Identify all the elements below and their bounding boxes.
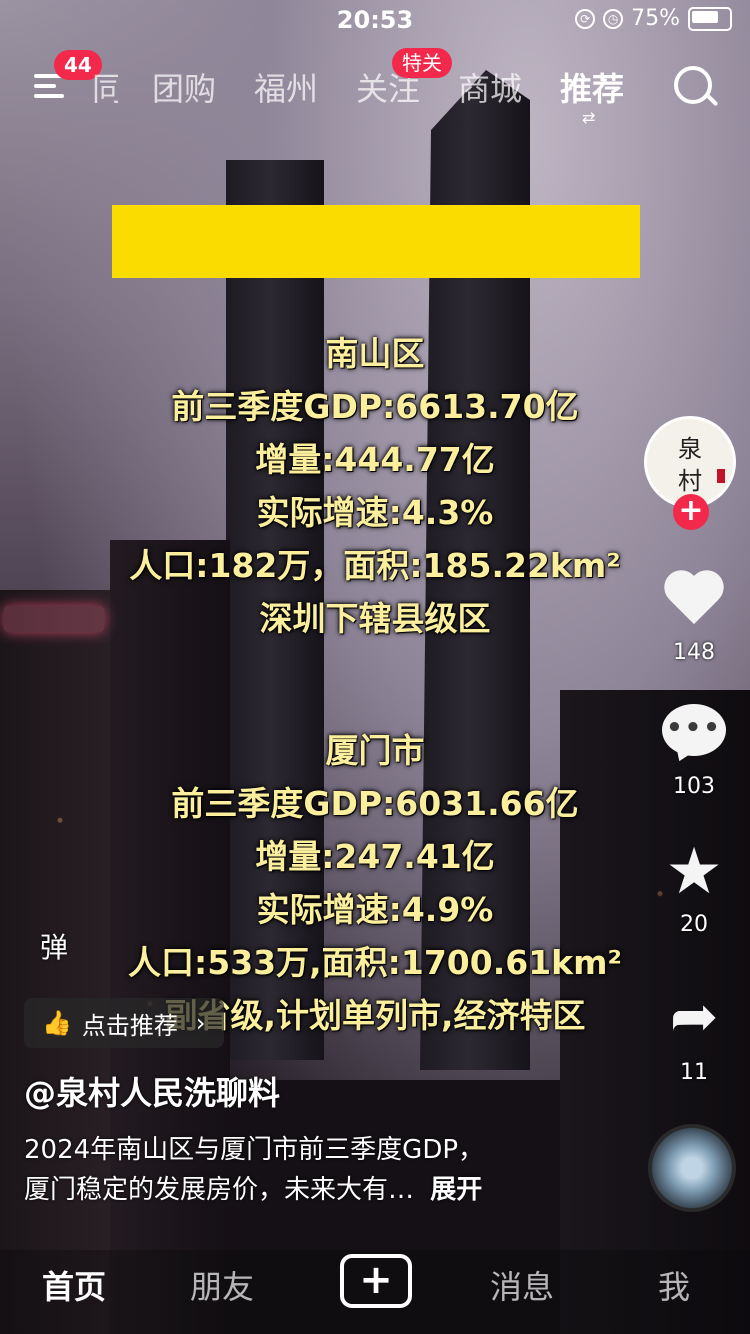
star-icon: ★: [665, 835, 723, 909]
battery-percent: 75%: [631, 6, 680, 31]
tab-fuzhou[interactable]: 福州: [254, 64, 318, 110]
description-line: 厦门稳定的发展房价，未来大有… 展开: [24, 1170, 484, 1210]
share-arrow-icon: ➦: [669, 982, 719, 1050]
recommend-label: 点击推荐: [81, 1011, 178, 1040]
special-follow-badge: 特关: [392, 48, 452, 78]
tab-recommend[interactable]: 推荐: [560, 64, 624, 110]
caption-line: 厦门市: [325, 731, 425, 770]
music-disc-icon[interactable]: [648, 1124, 736, 1212]
chevron-right-icon: ›: [195, 1009, 206, 1037]
follow-plus-button[interactable]: +: [673, 494, 709, 530]
caption-line: 实际增速:4.9%: [256, 890, 494, 929]
recommend-button[interactable]: 👍 点击推荐 ›: [24, 998, 224, 1048]
caption-line: 增量:444.77亿: [255, 440, 495, 479]
alarm-icon: ◷: [603, 8, 624, 29]
status-icons: ⟳ ◷ 75%: [575, 6, 732, 31]
thumbs-up-icon: 👍: [42, 1009, 72, 1037]
rotation-lock-icon: ⟳: [575, 8, 596, 29]
description-line: 2024年南山区与厦门市前三季度GDP，: [24, 1135, 485, 1165]
comment-count: 103: [673, 774, 715, 799]
tab-messages[interactable]: 消息: [490, 1262, 554, 1308]
heart-icon: [662, 566, 726, 630]
seal-mark: [717, 469, 725, 483]
tab-home[interactable]: 首页: [42, 1262, 106, 1308]
refresh-icon: ⇄: [582, 108, 596, 127]
tab-group-buy[interactable]: 团购: [152, 64, 216, 110]
tab-me[interactable]: 我: [658, 1262, 690, 1308]
status-bar: 20:53 ⟳ ◷ 75%: [0, 0, 750, 44]
share-button[interactable]: ➦ 11: [646, 984, 742, 1085]
author-name[interactable]: @泉村人民洗聊料: [24, 1068, 280, 1114]
share-count: 11: [680, 1060, 708, 1085]
favorite-button[interactable]: ★ 20: [646, 840, 742, 937]
caption-line: 前三季度GDP:6613.70亿: [171, 387, 579, 426]
expand-link[interactable]: 展开: [430, 1175, 482, 1205]
favorite-count: 20: [680, 912, 708, 937]
tab-mall[interactable]: 商城: [458, 64, 522, 110]
caption-line: 前三季度GDP:6031.66亿: [171, 784, 579, 823]
comment-button[interactable]: ••• 103: [646, 704, 742, 799]
comment-icon: •••: [662, 704, 726, 766]
create-button[interactable]: +: [340, 1254, 412, 1308]
danmu-toggle-icon[interactable]: 弹: [40, 926, 68, 966]
caption-nanshan: 南山区 前三季度GDP:6613.70亿 增量:444.77亿 实际增速:4.3…: [50, 327, 700, 645]
video-description: 2024年南山区与厦门市前三季度GDP， 厦门稳定的发展房价，未来大有… 展开: [24, 1130, 484, 1210]
caption-line: 实际增速:4.3%: [256, 493, 494, 532]
tab-partial[interactable]: 同城: [92, 64, 118, 110]
caption-xiamen: 厦门市 前三季度GDP:6031.66亿 增量:247.41亿 实际增速:4.9…: [50, 724, 700, 1042]
like-count: 148: [673, 640, 715, 665]
bottom-tab-bar: 首页 朋友 + 消息 我: [0, 1250, 750, 1334]
tab-friends[interactable]: 朋友: [190, 1262, 254, 1308]
search-icon[interactable]: [674, 66, 712, 104]
caption-line: 人口:533万,面积:1700.61km²: [128, 943, 622, 982]
caption-line: 南山区: [325, 334, 425, 373]
top-nav: 44 同城 团购 福州 关注 特关 商城 推荐 ⇄: [0, 48, 750, 127]
caption-line: 增量:247.41亿: [255, 837, 495, 876]
like-button[interactable]: 148: [646, 566, 742, 665]
yellow-banner: [112, 205, 640, 278]
battery-icon: [688, 6, 732, 31]
caption-line: 人口:182万，面积:185.22km²: [129, 546, 621, 585]
description-text: 厦门稳定的发展房价，未来大有…: [24, 1175, 415, 1205]
caption-line: 深圳下辖县级区: [259, 599, 491, 638]
avatar-char: 泉: [678, 435, 702, 463]
